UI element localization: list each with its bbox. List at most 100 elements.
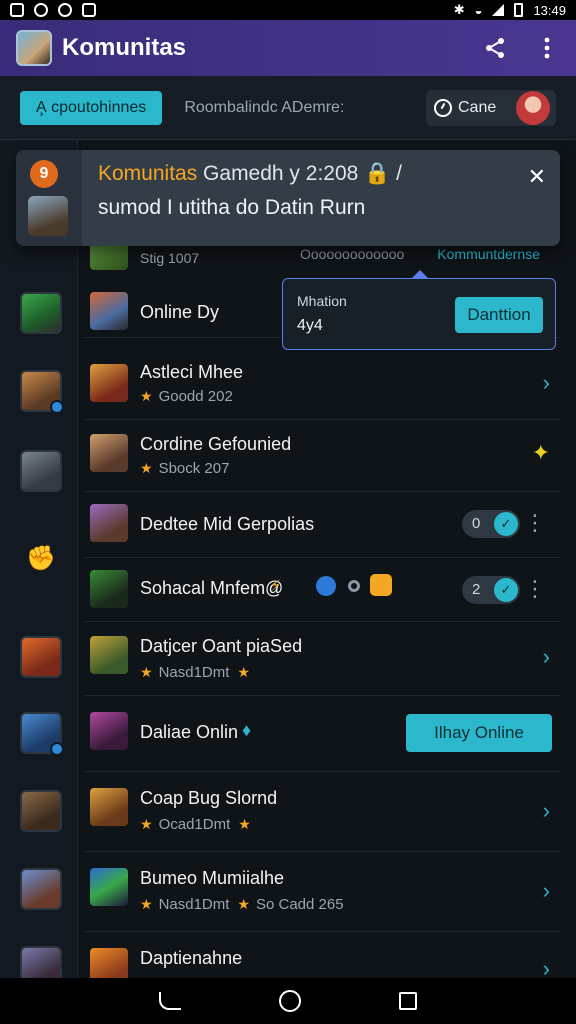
row-sub: Stig 1007 [140,250,200,266]
bluetooth-icon: ✱ [453,2,465,17]
row-mid: Ooooooooooooo [300,246,405,262]
chevron-right-icon[interactable]: › [543,644,550,670]
filter-chip-active[interactable]: A̧ cpoutohinnes [20,90,163,125]
list-item[interactable]: Daliae Onlin ♦ Ilhay Online [84,696,560,772]
list-item-partial[interactable]: Stig 1007 Ooooooooooooo Kommuntdernse [84,244,560,270]
list-item[interactable]: Sohacal Mnfem@ ⚡ 2 ✓ ⋮ [84,558,560,622]
star-icon: ★ [140,460,153,476]
status-bar: ✱ ◒ 13:49 [0,0,576,20]
row-sub: Nasd1Dmt [158,896,230,913]
chevron-right-icon[interactable]: › [543,878,550,904]
app-title: Komunitas [62,34,187,61]
play-online-button[interactable]: Ilhay Online [406,714,552,752]
toggle-check-icon: ✓ [494,578,518,602]
sidebar-avatar-5[interactable] [20,712,64,756]
row-name: Astleci Mhee [140,362,244,382]
app-bar: Komunitas [0,20,576,76]
more-vert-icon[interactable]: ⋮ [524,510,546,536]
row-name: Dedtee Mid Gerpolias [140,514,315,534]
banner-title-rest: Gamedh y 2:208 🔒 / [197,162,402,185]
star-icon: ★ [140,664,153,680]
notification-badge-icon: 9 [30,160,58,188]
count-toggle[interactable]: 0 ✓ [462,510,520,538]
popup-value: 4y4 [297,317,323,334]
sidebar-avatar-6[interactable] [20,790,62,832]
row-sub-extra: So Cadd 265 [255,896,344,913]
avatar[interactable] [516,90,550,125]
more-vert-icon[interactable]: ⋮ [524,576,546,602]
wifi-icon: ◒ [474,2,483,18]
dot-icon [348,580,360,592]
row-sub: Goodd 202 [158,388,233,405]
back-icon[interactable] [159,992,181,1010]
list-item[interactable]: Dedtee Mid Gerpolias 0 ✓ ⋮ [84,492,560,558]
row-avatar [90,364,128,402]
banner-avatar [28,196,68,236]
notification-banner[interactable]: 9 Komunitas Gamedh y 2:208 🔒 / sumod I u… [16,150,560,246]
list-item[interactable]: Datjcer Oant piaSed ★ Nasd1Dmt ★ › [84,622,560,696]
row-name: Daliae Onlin [140,722,239,742]
toggle-value: 0 [472,515,481,532]
toggle-check-icon: ✓ [494,512,518,536]
sidebar-avatar-3[interactable] [20,450,62,492]
chevron-right-icon[interactable]: › [543,370,550,396]
list-item[interactable]: Cordine Gefounied ★ Sbock 207 ✦ [84,420,560,492]
row-avatar [90,570,128,608]
row-sub: Sbock 207 [158,460,230,477]
user-pill[interactable]: Cane [426,89,556,126]
clock-icon [434,98,452,117]
signal-icon [492,4,505,16]
sidebar-avatar-1[interactable] [20,292,62,334]
app-logo [16,30,52,66]
row-avatar [90,868,128,906]
row-avatar [90,244,128,270]
list-item[interactable]: Daptienahne › [84,932,560,986]
emoji-icon [370,574,392,596]
chevron-right-icon[interactable]: › [543,798,550,824]
bell-icon: ♦ [242,720,252,740]
more-vert-icon[interactable] [534,35,560,61]
star-icon: ★ [238,816,251,832]
sidebar-avatar-4[interactable] [20,636,62,678]
list-item[interactable]: Bumeo Mumiialhe ★ Nasd1Dmt ★ So Cadd 265 › [84,852,560,932]
share-icon[interactable] [482,35,508,61]
row-name: Daptienahne [140,948,243,968]
photo-notification-icon [10,3,24,17]
row-name: Coap Bug Slornd [140,788,278,808]
banner-body: sumod I utitha do Datin Rurn [98,196,366,219]
filter-row: A̧ cpoutohinnes Roombalindc ADemre: Cane [0,76,576,140]
banner-content: Komunitas Gamedh y 2:208 🔒 / sumod I uti… [82,150,560,246]
row-right-label: Kommuntdernse [437,246,540,262]
home-icon[interactable] [279,990,301,1012]
list-item[interactable]: Astleci Mhee ★ Goodd 202 › [84,350,560,420]
online-badge [50,400,64,414]
popup-label: Mhation [297,293,347,309]
row-name: Bumeo Mumiialhe [140,868,285,888]
lightning-icon[interactable]: ✦ [532,440,550,466]
row-sub: Ocad1Dmt [158,816,231,833]
star-icon: ★ [237,896,250,912]
close-icon[interactable]: ✕ [528,164,546,190]
banner-title: Komunitas Gamedh y 2:208 🔒 / [98,162,402,186]
toggle-value: 2 [472,581,481,598]
list-item[interactable]: Coap Bug Slornd ★ Ocad1Dmt ★ › [84,772,560,852]
star-icon: ★ [140,388,153,404]
star-icon: ★ [237,664,250,680]
globe-icon [316,576,336,596]
system-nav-bar [0,978,576,1024]
row-sub: Nasd1Dmt [158,664,230,681]
filter-secondary[interactable]: Roombalindc ADemre: [184,99,344,117]
popup-action-button[interactable]: Danttion [455,297,543,333]
sidebar-avatar-7[interactable] [20,868,62,910]
sidebar: ✊ [0,140,78,988]
row-avatar [90,636,128,674]
tooltip-popup: Mhation 4y4 Danttion [282,270,556,350]
sidebar-avatar-2[interactable] [20,370,64,414]
row-avatar [90,788,128,826]
row-name: Sohacal Mnfem@ [140,578,284,598]
lightning-icon: ⚡ [270,578,282,595]
minus-notification-icon [58,3,72,17]
count-toggle[interactable]: 2 ✓ [462,576,520,604]
recents-icon[interactable] [399,992,417,1010]
fist-icon[interactable]: ✊ [26,544,56,572]
